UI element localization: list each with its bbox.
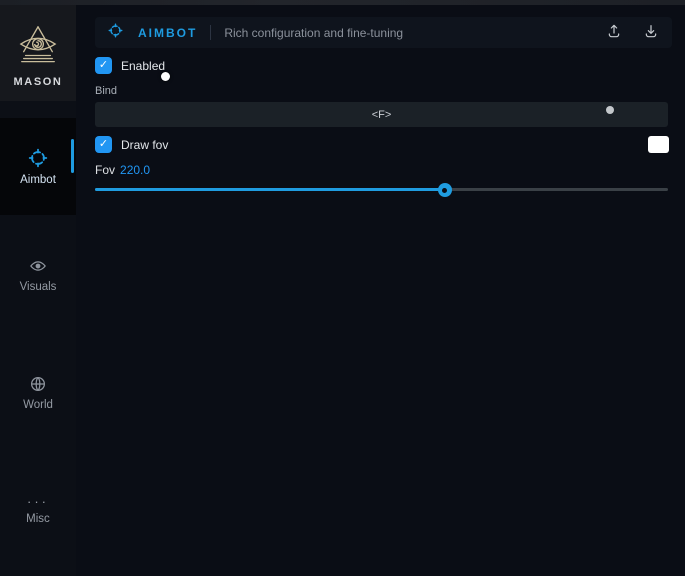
cursor-indicator xyxy=(161,72,170,81)
import-config-button[interactable] xyxy=(643,23,659,42)
sidebar-item-label: Misc xyxy=(26,513,50,525)
sidebar-item-misc[interactable]: ··· Misc xyxy=(0,486,76,536)
bind-indicator-dot xyxy=(606,106,614,114)
check-icon: ✓ xyxy=(99,60,108,71)
bind-value: <F> xyxy=(372,109,392,121)
window-top-edge xyxy=(0,0,685,5)
fov-color-swatch[interactable] xyxy=(648,136,669,153)
draw-fov-checkbox[interactable]: ✓ xyxy=(95,136,112,153)
export-config-button[interactable] xyxy=(606,23,622,42)
sidebar-item-aimbot[interactable]: Aimbot xyxy=(0,118,76,215)
draw-fov-label: Draw fov xyxy=(121,138,168,152)
enabled-row: ✓ Enabled xyxy=(95,57,165,74)
bind-label: Bind xyxy=(95,85,117,97)
download-icon xyxy=(643,23,659,42)
crosshair-icon xyxy=(108,23,123,43)
upload-icon xyxy=(606,23,622,42)
sidebar-item-visuals[interactable]: Visuals xyxy=(0,250,76,300)
fov-label-text: Fov xyxy=(95,163,115,177)
sidebar-item-label: Aimbot xyxy=(20,174,56,186)
fov-slider[interactable] xyxy=(95,182,668,198)
sidebar-item-label: World xyxy=(23,399,53,411)
active-indicator xyxy=(71,139,74,173)
globe-icon xyxy=(29,375,47,393)
crosshair-icon xyxy=(28,148,48,168)
fov-slider-fill xyxy=(95,188,445,191)
header-divider xyxy=(210,25,211,40)
page-title: AIMBOT xyxy=(138,26,197,40)
enabled-label: Enabled xyxy=(121,59,165,73)
page-subtitle: Rich configuration and fine-tuning xyxy=(224,26,403,40)
header-bar: AIMBOT Rich configuration and fine-tunin… xyxy=(95,17,672,48)
fov-value: 220.0 xyxy=(120,163,150,177)
brand-name: MASON xyxy=(14,76,63,88)
brand-block: MASON xyxy=(0,0,76,101)
bind-keybind-input[interactable]: <F> xyxy=(95,102,668,127)
mason-logo-icon xyxy=(15,24,61,71)
draw-fov-row: ✓ Draw fov xyxy=(95,136,168,153)
sidebar-item-world[interactable]: World xyxy=(0,368,76,418)
ellipsis-icon: ··· xyxy=(27,497,49,507)
sidebar: MASON Aimbot Visuals xyxy=(0,0,76,576)
fov-slider-thumb[interactable] xyxy=(438,183,452,197)
enabled-checkbox[interactable]: ✓ xyxy=(95,57,112,74)
sidebar-item-label: Visuals xyxy=(20,281,57,293)
eye-icon xyxy=(29,257,47,275)
check-icon: ✓ xyxy=(99,139,108,150)
fov-label: Fov 220.0 xyxy=(95,163,150,177)
